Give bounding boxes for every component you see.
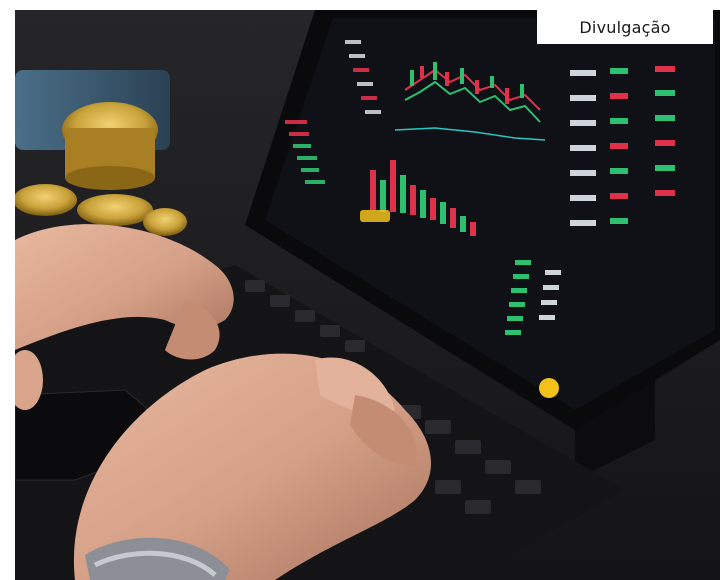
buy-tab [360, 210, 390, 222]
article-photo [15, 10, 720, 580]
trade-action-button [539, 378, 559, 398]
photo-credit-label: Divulgação [537, 10, 713, 44]
photo-illustration [15, 10, 720, 580]
